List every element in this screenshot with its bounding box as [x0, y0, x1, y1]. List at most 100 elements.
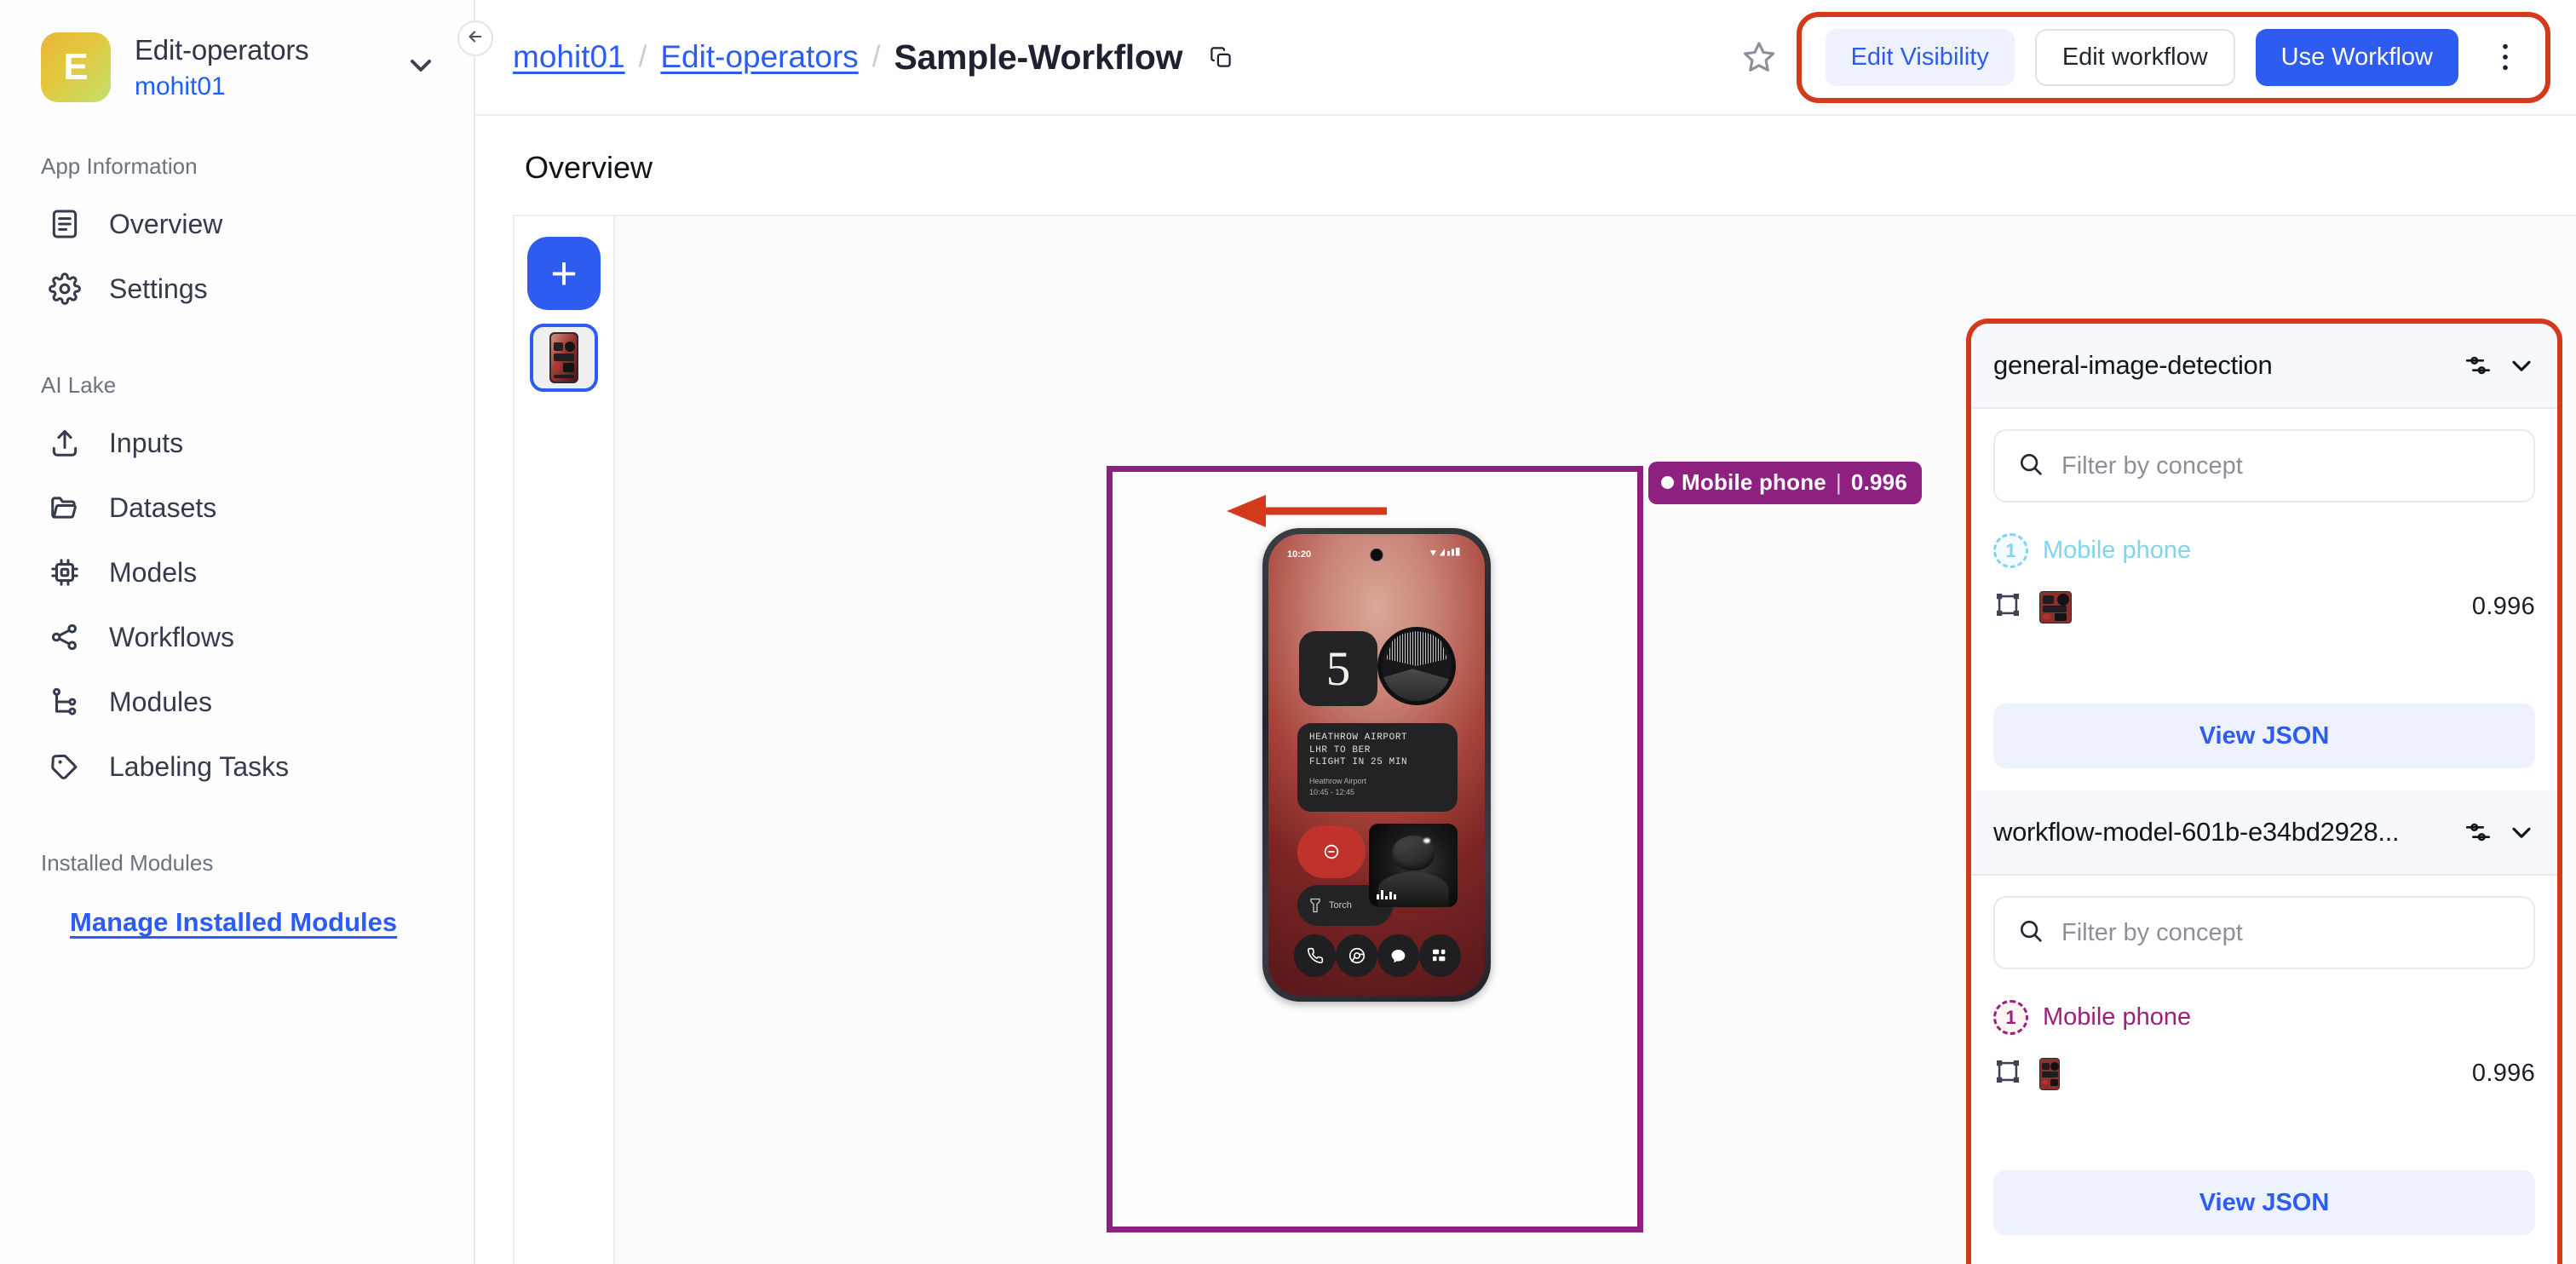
sidebar-item-overview[interactable]: Overview — [0, 192, 474, 256]
content-area: Overview + Mobile phone | 0.996 10:20 5 … — [475, 116, 2576, 1264]
nav-section-installed-modules: Installed Modules — [41, 850, 214, 876]
torch-label: Torch — [1329, 900, 1352, 911]
sidebar: E Edit-operators mohit01 App Information… — [0, 0, 493, 1264]
detection-label-chip: Mobile phone | 0.996 — [1648, 462, 1922, 504]
copy-icon[interactable] — [1208, 44, 1233, 70]
input-strip: + — [513, 215, 615, 1264]
bounding-box-icon — [1993, 590, 2022, 623]
collapse-sidebar-button[interactable] — [457, 20, 493, 56]
apps-grid-icon — [1419, 934, 1461, 977]
org-switcher[interactable]: E Edit-operators mohit01 — [0, 0, 474, 103]
phone-icon — [1294, 934, 1336, 977]
view-json-button[interactable]: View JSON — [1993, 1170, 2535, 1235]
detection-separator: | — [1835, 469, 1842, 495]
result-header[interactable]: workflow-model-601b-e34bd2928... — [1971, 790, 2557, 876]
detection-score-text: 0.996 — [1850, 469, 1907, 495]
result-model-name: general-image-detection — [1993, 350, 2273, 380]
result-body: 1 Mobile phone — [1971, 876, 2557, 1090]
flight-times: 10:45 - 12:45 — [1309, 787, 1355, 796]
favorite-button[interactable] — [1722, 38, 1797, 76]
org-user[interactable]: mohit01 — [135, 71, 380, 103]
phone-widget-dnd — [1297, 825, 1366, 878]
sidebar-item-workflows[interactable]: Workflows — [0, 605, 474, 669]
phone-widget-number: 5 — [1299, 631, 1377, 706]
phone-camera-notch — [1370, 549, 1383, 561]
breadcrumb: mohit01 / Edit-operators / Sample-Workfl… — [513, 37, 1722, 78]
phone-widget-flight: HEATHROW AIRPORT LHR TO BER FLIGHT IN 25… — [1297, 723, 1458, 812]
equalizer-icon — [1377, 890, 1396, 899]
flight-line-1: HEATHROW AIRPORT — [1309, 733, 1408, 743]
result-block-general-image-detection: general-image-detection Filter by concep… — [1971, 324, 2557, 790]
page-title: Sample-Workflow — [894, 37, 1183, 77]
sidebar-item-inputs[interactable]: Inputs — [0, 411, 474, 475]
org-text: Edit-operators mohit01 — [135, 32, 380, 102]
dial-floor — [1382, 669, 1452, 701]
sidebar-item-label: Models — [109, 556, 198, 588]
bounding-box-icon — [1993, 1057, 2022, 1090]
phone-clock: 10:20 — [1287, 549, 1312, 560]
chevron-down-icon[interactable] — [2506, 350, 2537, 381]
topbar: mohit01 / Edit-operators / Sample-Workfl… — [475, 0, 2576, 116]
filter-input[interactable] — [2061, 918, 2511, 947]
org-avatar: E — [41, 32, 111, 103]
branch-icon — [46, 683, 83, 721]
share-nodes-icon — [46, 618, 83, 656]
prediction-score: 0.996 — [2471, 1060, 2535, 1087]
prediction-row[interactable]: 0.996 — [1993, 1057, 2535, 1090]
prediction-crop-thumbnail — [2039, 590, 2072, 623]
breadcrumb-item-user[interactable]: mohit01 — [513, 39, 625, 75]
sidebar-item-label: Workflows — [109, 621, 234, 652]
detection-label-text: Mobile phone — [1682, 469, 1826, 495]
chip-icon — [46, 554, 83, 591]
add-input-button[interactable]: + — [527, 237, 601, 310]
breadcrumb-separator: / — [871, 40, 881, 73]
view-json-button[interactable]: View JSON — [1993, 704, 2535, 768]
flight-line-3: FLIGHT IN 25 MIN — [1309, 757, 1408, 768]
search-icon — [2017, 451, 2044, 482]
flight-airport: Heathrow Airport — [1309, 776, 1367, 785]
breadcrumb-item-app[interactable]: Edit-operators — [660, 39, 858, 75]
arrow-left-icon — [466, 27, 485, 50]
app-root: E Edit-operators mohit01 App Information… — [0, 0, 2576, 1264]
phone-widget-portrait — [1369, 824, 1458, 907]
prediction-crop-thumbnail — [2039, 1057, 2060, 1090]
phone-thumbnail-icon — [549, 332, 578, 383]
nav-section-app-information: App Information — [41, 153, 198, 180]
flight-line-2: LHR TO BER — [1309, 744, 1371, 756]
phone-screen: 10:20 5 HEATHROW AIRPORT LHR TO BER FLIG… — [1268, 534, 1485, 996]
prediction-row[interactable]: 0.996 — [1993, 590, 2535, 623]
input-image-phone: 10:20 5 HEATHROW AIRPORT LHR TO BER FLIG… — [1262, 528, 1491, 1002]
sidebar-item-modules[interactable]: Modules — [0, 669, 474, 734]
result-header[interactable]: general-image-detection — [1971, 324, 2557, 409]
input-thumbnail[interactable] — [530, 324, 598, 392]
workspace: + Mobile phone | 0.996 10:20 5 HEATHROW … — [475, 215, 2576, 1264]
workflow-actions-group: Edit Visibility Edit workflow Use Workfl… — [1796, 11, 2550, 103]
concept-row[interactable]: 1 Mobile phone — [1993, 533, 2535, 568]
edit-visibility-button[interactable]: Edit Visibility — [1825, 28, 2015, 86]
phone-status-icons — [1430, 548, 1466, 561]
use-workflow-button[interactable]: Use Workflow — [2255, 28, 2458, 86]
filter-by-concept-field[interactable] — [1993, 429, 2535, 503]
image-canvas[interactable]: Mobile phone | 0.996 10:20 5 HEATHROW AI… — [615, 215, 2576, 1264]
prediction-score: 0.996 — [2471, 593, 2535, 620]
edit-workflow-button[interactable]: Edit workflow — [2034, 28, 2235, 86]
chevron-down-icon[interactable] — [2506, 817, 2537, 847]
concept-name: Mobile phone — [2043, 537, 2192, 564]
more-vertical-icon[interactable] — [2479, 39, 2530, 75]
sidebar-item-models[interactable]: Models — [0, 540, 474, 605]
browser-icon — [1336, 934, 1377, 977]
filter-input[interactable] — [2061, 451, 2511, 480]
chevron-down-icon[interactable] — [404, 49, 445, 87]
sidebar-item-label: Inputs — [109, 427, 184, 458]
result-body: 1 Mobile phone — [1971, 409, 2557, 623]
gear-icon — [46, 270, 83, 307]
sidebar-item-settings[interactable]: Settings — [0, 256, 474, 321]
manage-installed-modules-link[interactable]: Manage Installed Modules — [0, 907, 397, 938]
concept-row[interactable]: 1 Mobile phone — [1993, 1000, 2535, 1035]
sliders-icon[interactable] — [2464, 351, 2493, 380]
filter-by-concept-field[interactable] — [1993, 896, 2535, 969]
org-name: Edit-operators — [135, 34, 309, 66]
sidebar-item-datasets[interactable]: Datasets — [0, 475, 474, 540]
sidebar-item-labeling-tasks[interactable]: Labeling Tasks — [0, 734, 474, 799]
sliders-icon[interactable] — [2464, 818, 2493, 847]
